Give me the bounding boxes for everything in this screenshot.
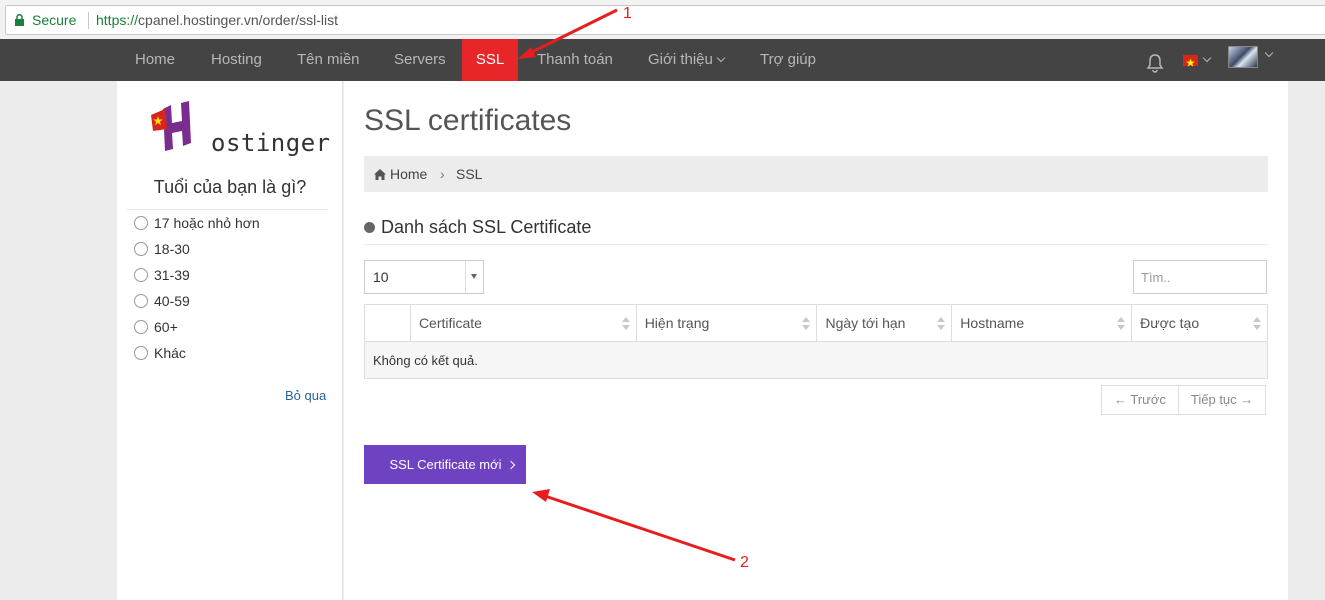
column-header-label: Ngày tới hạn xyxy=(825,315,906,331)
url-box[interactable]: Secure https://cpanel.hostinger.vn/order… xyxy=(5,5,1325,35)
option-label: 18-30 xyxy=(154,241,190,257)
divider xyxy=(127,209,327,210)
url-path: cpanel.hostinger.vn/order/ssl-list xyxy=(138,12,339,28)
column-header-label: Hiện trạng xyxy=(644,315,710,331)
radio-button[interactable] xyxy=(134,268,148,282)
logo-text: ostinger xyxy=(211,129,331,157)
annotation-label-2: 2 xyxy=(740,554,749,571)
breadcrumb-home[interactable]: Home xyxy=(374,156,427,192)
option-label: 40-59 xyxy=(154,293,190,309)
survey-option[interactable]: 31-39 xyxy=(134,267,190,287)
next-page-button[interactable]: Tiếp tục → xyxy=(1179,386,1265,414)
page-length-select[interactable]: 10 xyxy=(364,260,484,294)
column-header-label: Certificate xyxy=(418,315,482,331)
option-label: 17 hoặc nhỏ hơn xyxy=(154,215,260,231)
secure-label: Secure xyxy=(32,12,77,28)
nav-hosting[interactable]: Hosting xyxy=(211,39,262,81)
breadcrumb-home-label: Home xyxy=(390,166,428,182)
column-header-expiry[interactable]: Ngày tới hạn xyxy=(816,304,953,342)
url-text[interactable]: https://cpanel.hostinger.vn/order/ssl-li… xyxy=(96,12,338,28)
lock-icon xyxy=(15,14,24,26)
column-header-status[interactable]: Hiện trạng xyxy=(635,304,818,342)
bell-icon[interactable] xyxy=(1146,53,1164,73)
hostinger-h-logo-icon xyxy=(151,101,191,151)
nav-billing[interactable]: Thanh toán xyxy=(537,39,613,81)
breadcrumb-separator: › xyxy=(440,166,445,182)
radio-button[interactable] xyxy=(134,242,148,256)
nav-home[interactable]: Home xyxy=(135,39,175,81)
column-header-hostname[interactable]: Hostname xyxy=(951,304,1133,342)
ssl-table: Certificate Hiện trạng Ngày tới hạn Host… xyxy=(364,304,1268,379)
survey-option[interactable]: 18-30 xyxy=(134,241,190,261)
chevron-right-icon xyxy=(506,460,515,470)
new-ssl-certificate-button[interactable]: SSL Certificate mới xyxy=(364,445,526,484)
url-protocol: https:// xyxy=(96,12,139,28)
breadcrumb-current: SSL xyxy=(456,166,483,182)
select-divider xyxy=(465,261,466,293)
sort-icon[interactable] xyxy=(1117,317,1126,331)
table-header-row: Certificate Hiện trạng Ngày tới hạn Host… xyxy=(364,304,1268,342)
column-header-created[interactable]: Được tạo xyxy=(1131,304,1268,342)
survey-title: Tuổi của bạn là gì? xyxy=(153,177,307,197)
star-icon xyxy=(1186,58,1195,67)
table-row: Không có kết quả. xyxy=(364,341,1268,379)
chevron-down-icon xyxy=(716,53,726,63)
option-label: 60+ xyxy=(154,319,178,335)
top-navbar: Home Hosting Tên miền Servers SSL Thanh … xyxy=(0,39,1325,81)
sort-icon[interactable] xyxy=(802,317,811,331)
globe-icon xyxy=(364,222,375,233)
nav-help[interactable]: Trợ giúp xyxy=(760,39,816,81)
section-title-text: Danh sách SSL Certificate xyxy=(381,217,592,237)
pagination: ← Trước Tiếp tục → xyxy=(1101,385,1267,415)
nav-about-label: Giới thiệu xyxy=(648,51,713,68)
address-divider xyxy=(88,12,89,29)
section-title: Danh sách SSL Certificate xyxy=(364,217,591,238)
hostinger-logo[interactable]: ostinger xyxy=(149,99,331,157)
sort-icon[interactable] xyxy=(621,317,630,331)
caret-down-icon xyxy=(471,274,477,279)
option-label: 31-39 xyxy=(154,267,190,283)
search-input[interactable] xyxy=(1133,260,1267,294)
nav-domains[interactable]: Tên miền xyxy=(297,39,360,81)
nav-ssl[interactable]: SSL xyxy=(462,39,518,81)
breadcrumb: Home › SSL xyxy=(364,156,1268,192)
radio-button[interactable] xyxy=(134,294,148,308)
nav-servers[interactable]: Servers xyxy=(394,39,446,81)
divider xyxy=(364,244,1268,245)
browser-address-bar: Secure https://cpanel.hostinger.vn/order… xyxy=(0,0,1325,39)
vietnam-flag-icon[interactable] xyxy=(1183,55,1198,67)
radio-button[interactable] xyxy=(134,320,148,334)
column-header-label: Được tạo xyxy=(1140,315,1200,331)
skip-link[interactable]: Bỏ qua xyxy=(285,388,326,403)
home-icon xyxy=(374,169,386,180)
page-length-value: 10 xyxy=(373,269,389,285)
avatar[interactable] xyxy=(1228,46,1258,68)
column-header-label: Hostname xyxy=(960,315,1025,331)
sort-icon[interactable] xyxy=(1253,317,1261,331)
main-content: SSL certificates Home › SSL Danh sách SS… xyxy=(344,81,1288,600)
survey-option[interactable]: 60+ xyxy=(134,319,178,339)
nav-about[interactable]: Giới thiệu xyxy=(648,39,726,81)
sidebar: ostinger Tuổi của bạn là gì? 17 hoặc nhỏ… xyxy=(117,81,343,600)
column-header-certificate[interactable]: Certificate xyxy=(409,304,637,342)
survey-option[interactable]: Khác xyxy=(134,345,186,365)
page-title: SSL certificates xyxy=(364,104,572,137)
column-header-select xyxy=(364,304,411,342)
radio-button[interactable] xyxy=(134,346,148,360)
survey-option[interactable]: 17 hoặc nhỏ hơn xyxy=(134,215,260,235)
sort-icon[interactable] xyxy=(937,317,946,331)
empty-message: Không có kết quả. xyxy=(364,341,1268,379)
survey-option[interactable]: 40-59 xyxy=(134,293,190,313)
option-label: Khác xyxy=(154,345,186,361)
radio-button[interactable] xyxy=(134,216,148,230)
previous-page-button[interactable]: ← Trước xyxy=(1102,386,1179,414)
annotation-label-1: 1 xyxy=(623,5,632,22)
new-ssl-button-label: SSL Certificate mới xyxy=(389,457,502,472)
